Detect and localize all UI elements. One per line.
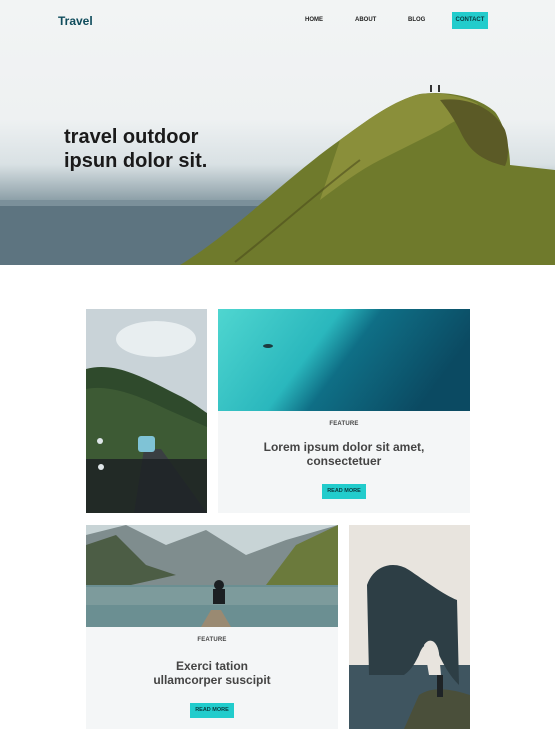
hero-headline-line1: travel outdoor [64,126,199,148]
sea-arch-image [349,525,470,729]
ocean-image [218,309,470,411]
nav-blog[interactable]: BLOG [408,17,425,23]
hero-banner: Travel HOME ABOUT BLOG CONTACT travel ou… [0,0,555,265]
main-nav: HOME ABOUT BLOG CONTACT [0,12,555,29]
hero-headline-line2: ipsun dolor sit. [64,150,208,172]
lake-image [86,525,338,627]
hero-headline: travel outdoor ipsun dolor sit. [64,125,264,173]
feature-label: FEATURE [329,421,359,427]
road-van-image [86,309,207,513]
feature-title-line1: Lorem ipsum dolor sit amet, [263,440,425,454]
nav-contact-button[interactable]: CONTACT [452,12,488,29]
feature-title-line2: consectetuer [306,454,382,468]
nav-about[interactable]: ABOUT [355,17,376,23]
read-more-button[interactable]: READ MORE [322,484,366,499]
nav-home[interactable]: HOME [305,17,323,23]
feature-title-line1: Exerci tation [175,659,249,673]
read-more-button[interactable]: READ MORE [190,703,234,718]
feature-card-2: FEATURE Exerci tation ullamcorper suscip… [86,627,338,729]
feature-title-line2: ullamcorper suscipit [153,673,271,687]
feature-label: FEATURE [197,637,227,643]
feature-card-1: FEATURE Lorem ipsum dolor sit amet, cons… [218,411,470,513]
